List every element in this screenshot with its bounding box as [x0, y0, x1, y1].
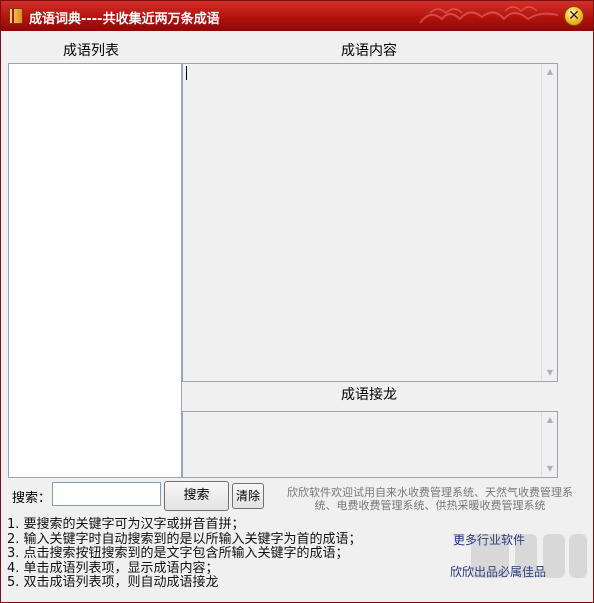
- arrow-up-icon[interactable]: ▲: [542, 412, 558, 428]
- watermark-logo: [471, 534, 587, 578]
- idiom-content-textarea[interactable]: ▲ ▼: [182, 63, 558, 382]
- idiom-list-label: 成语列表: [63, 43, 119, 59]
- idiom-chain-label: 成语接龙: [341, 387, 397, 403]
- instruction-item: 5. 双击成语列表项，则自动成语接龙: [7, 575, 219, 591]
- idiom-content-label: 成语内容: [341, 43, 397, 59]
- arrow-up-icon[interactable]: ▲: [542, 64, 558, 80]
- instructions-list: 1. 要搜索的关键字可为汉字或拼音首拼； 2. 输入关键字时自动搜索到的是以所输…: [7, 517, 427, 591]
- content-scrollbar[interactable]: ▲ ▼: [541, 64, 557, 381]
- arrow-down-icon[interactable]: ▼: [542, 365, 558, 381]
- arrow-down-icon[interactable]: ▼: [542, 461, 558, 477]
- text-caret: [186, 66, 187, 80]
- close-icon: ✕: [568, 8, 580, 24]
- idiom-chain-textarea[interactable]: ▲ ▼: [182, 411, 558, 478]
- clear-button[interactable]: 清除: [232, 483, 264, 509]
- instruction-item: 3. 点击搜索按钮搜索到的是文字包含所输入关键字的成语；: [7, 546, 349, 562]
- book-icon: [9, 8, 23, 24]
- main-window: 成语词典----共收集近两万条成语 ✕ 成语列表 成语内容 ▲ ▼ 成语接龙 ▲…: [0, 0, 594, 603]
- close-button[interactable]: ✕: [564, 6, 584, 26]
- title-bar[interactable]: 成语词典----共收集近两万条成语 ✕: [1, 1, 593, 31]
- cloud-pattern-decoration: [419, 6, 559, 24]
- instruction-item: 2. 输入关键字时自动搜索到的是以所输入关键字为首的成语；: [7, 531, 362, 547]
- idiom-list[interactable]: [8, 63, 182, 478]
- search-button[interactable]: 搜索: [164, 481, 229, 511]
- instruction-item: 1. 要搜索的关键字可为汉字或拼音首拼；: [7, 517, 245, 532]
- chain-scrollbar[interactable]: ▲ ▼: [541, 412, 557, 477]
- search-label: 搜索：: [12, 491, 52, 506]
- window-title: 成语词典----共收集近两万条成语: [29, 12, 220, 27]
- search-input[interactable]: [52, 482, 161, 506]
- promo-text: 欣欣软件欢迎试用自来水收费管理系统、天然气收费管理系统、电费收费管理系统、供热采…: [287, 486, 573, 512]
